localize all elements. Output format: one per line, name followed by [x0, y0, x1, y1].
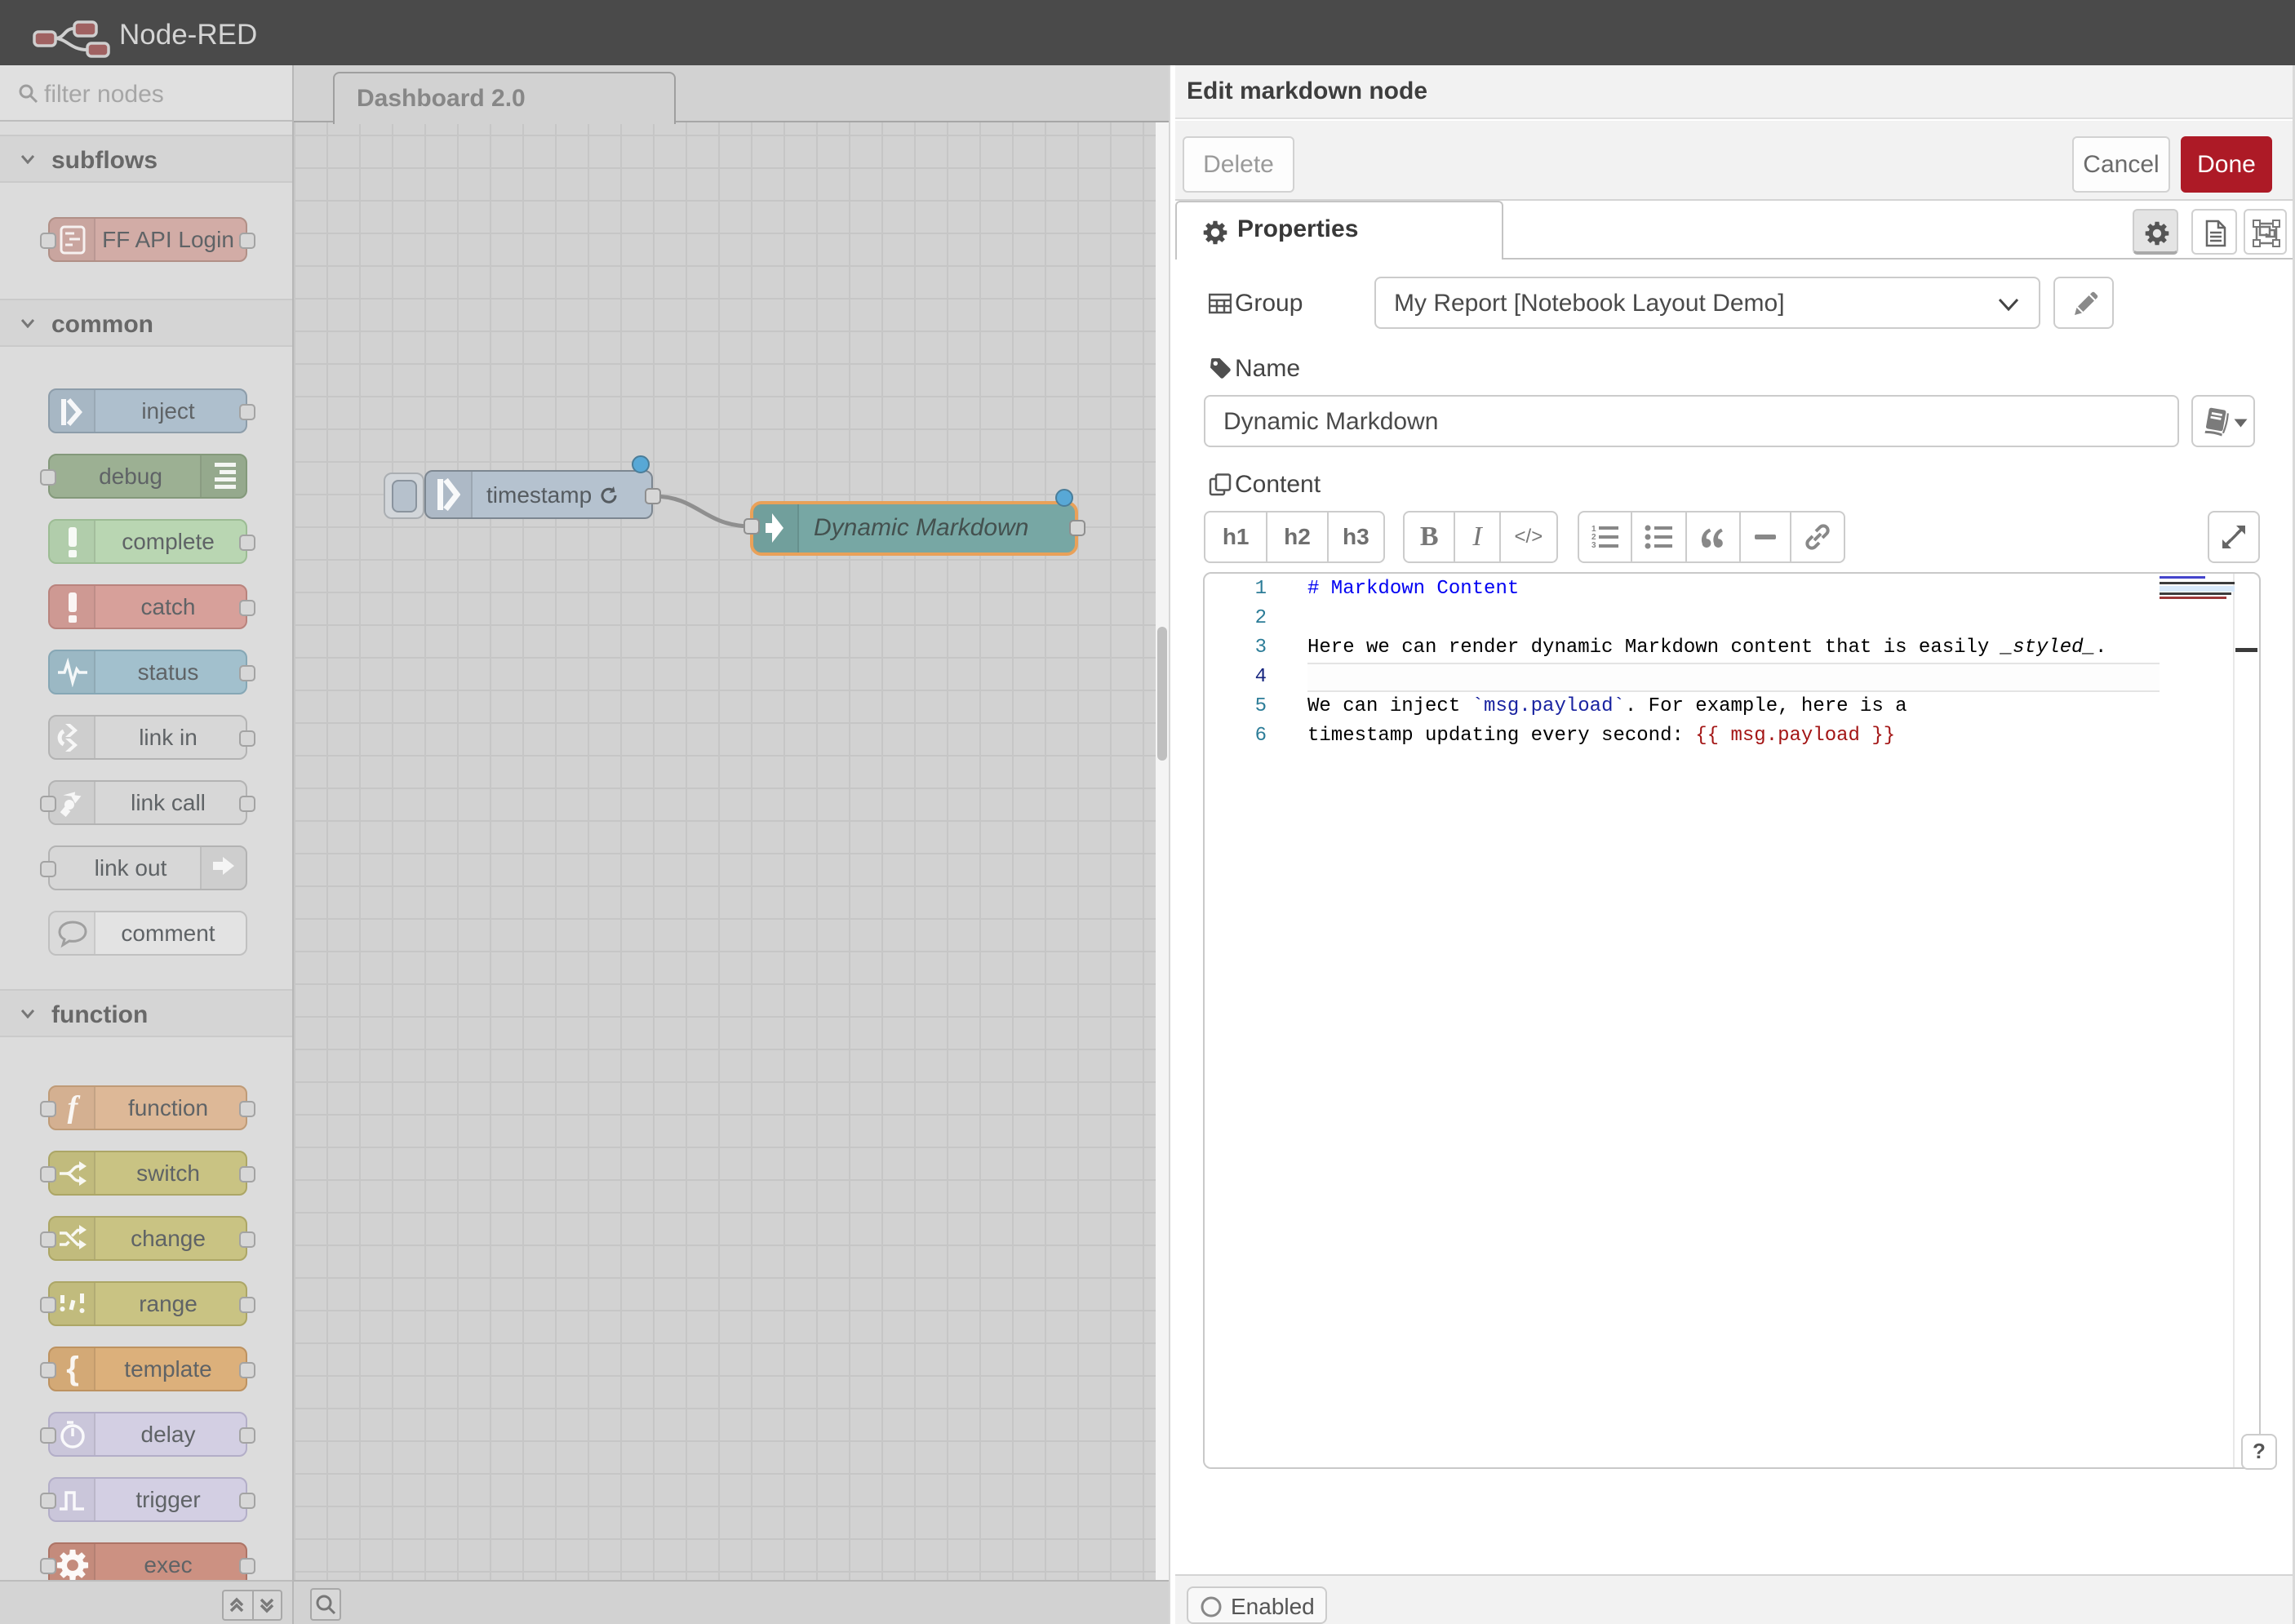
- svg-text:3: 3: [1591, 541, 1596, 550]
- svg-text:{: {: [66, 1351, 79, 1387]
- svg-text:f: f: [68, 1092, 81, 1125]
